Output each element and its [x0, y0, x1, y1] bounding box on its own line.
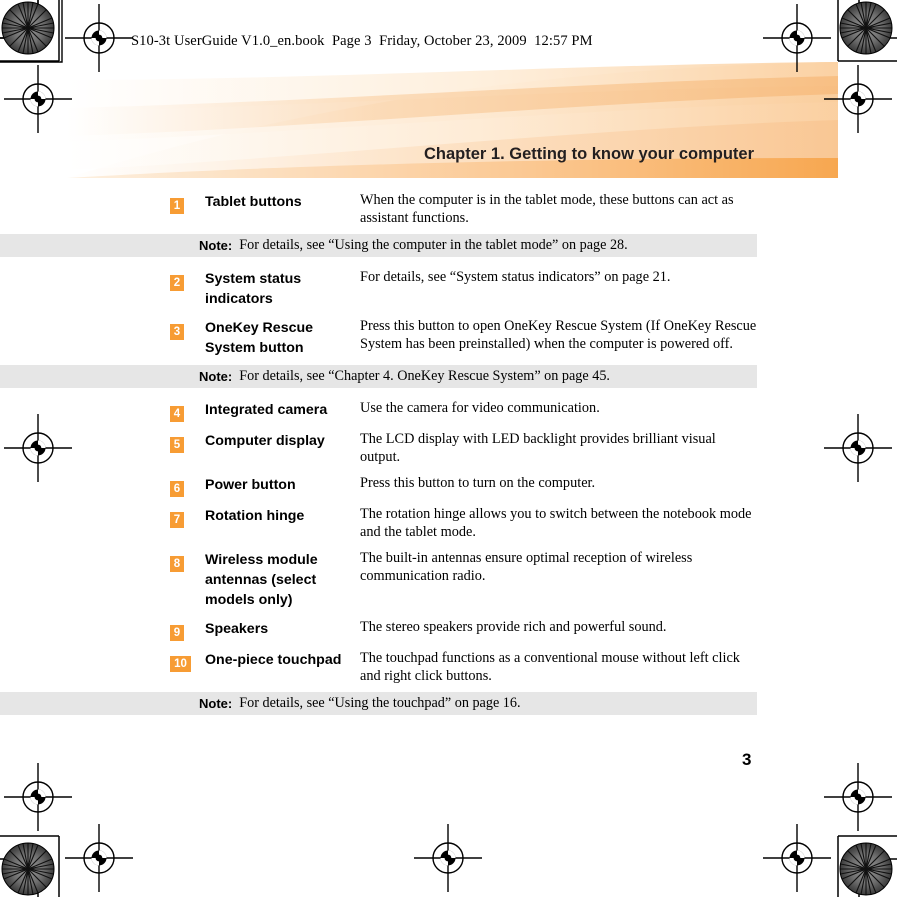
- badge-cell: 3: [0, 318, 205, 340]
- note-label: Note:: [199, 238, 233, 253]
- list-item: 8 Wireless module antennas (select model…: [0, 550, 897, 610]
- badge-cell: 9: [0, 619, 205, 641]
- badge-cell: 5: [0, 431, 205, 453]
- page-number: 3: [742, 750, 752, 769]
- item-number-badge: 6: [170, 481, 184, 497]
- list-item: 2 System status indicators For details, …: [0, 269, 897, 309]
- item-number-badge: 7: [170, 512, 184, 528]
- badge-cell: 6: [0, 475, 205, 497]
- item-label: Tablet buttons: [205, 194, 302, 210]
- item-number-badge: 9: [170, 625, 184, 641]
- note-label: Note:: [199, 696, 233, 711]
- item-label: One-piece touchpad: [205, 652, 342, 668]
- badge-cell: 8: [0, 550, 205, 572]
- note-text: For details, see “Using the touchpad” on…: [239, 695, 521, 711]
- item-number-badge: 10: [170, 656, 191, 672]
- book-file-header: S10-3t UserGuide V1.0_en.book Page 3 Fri…: [131, 33, 593, 49]
- item-number-badge: 1: [170, 198, 184, 214]
- chapter-title: Chapter 1. Getting to know your computer: [424, 145, 755, 163]
- list-item: 4 Integrated camera Use the camera for v…: [0, 400, 897, 422]
- list-item: 1 Tablet buttons When the computer is in…: [0, 192, 897, 227]
- badge-cell: 7: [0, 506, 205, 528]
- note-row: Note: For details, see “Using the touchp…: [0, 692, 757, 715]
- item-label: Rotation hinge: [205, 508, 305, 524]
- item-number-badge: 8: [170, 556, 184, 572]
- list-item: 7 Rotation hinge The rotation hinge allo…: [0, 506, 897, 541]
- item-description: The stereo speakers provide rich and pow…: [360, 619, 667, 635]
- item-label: Computer display: [205, 433, 325, 449]
- list-item: 6 Power button Press this button to turn…: [0, 475, 897, 497]
- item-label: Speakers: [205, 621, 269, 637]
- feature-list: 1 Tablet buttons When the computer is in…: [0, 192, 897, 715]
- item-number-badge: 4: [170, 406, 184, 422]
- list-item: 3 OneKey Rescue System button Press this…: [0, 318, 897, 358]
- list-item: 5 Computer display The LCD display with …: [0, 431, 897, 466]
- item-description: When the computer is in the tablet mode,…: [360, 192, 734, 226]
- note-text: For details, see “Using the computer in …: [239, 237, 628, 253]
- list-item: 9 Speakers The stereo speakers provide r…: [0, 619, 897, 641]
- note-row: Note: For details, see “Using the comput…: [0, 234, 757, 257]
- list-item: 10 One-piece touchpad The touchpad funct…: [0, 650, 897, 685]
- item-label: Integrated camera: [205, 402, 328, 418]
- badge-cell: 2: [0, 269, 205, 291]
- item-description: The rotation hinge allows you to switch …: [360, 506, 752, 540]
- item-label: System status indicators: [205, 271, 302, 307]
- item-label: Wireless module antennas (select models …: [205, 552, 318, 608]
- item-label: Power button: [205, 477, 296, 493]
- note-text: For details, see “Chapter 4. OneKey Resc…: [239, 368, 610, 384]
- note-label: Note:: [199, 369, 233, 384]
- item-label: OneKey Rescue System button: [205, 320, 314, 356]
- item-description: For details, see “System status indicato…: [360, 269, 671, 285]
- item-description: Press this button to open OneKey Rescue …: [360, 318, 757, 352]
- item-number-badge: 3: [170, 324, 184, 340]
- item-description: The touchpad functions as a conventional…: [360, 650, 740, 684]
- item-number-badge: 2: [170, 275, 184, 291]
- badge-cell: 4: [0, 400, 205, 422]
- badge-cell: 1: [0, 192, 205, 214]
- item-description: Press this button to turn on the compute…: [360, 475, 596, 491]
- item-description: The built-in antennas ensure optimal rec…: [360, 550, 693, 584]
- item-description: The LCD display with LED backlight provi…: [360, 431, 716, 465]
- badge-cell: 10: [0, 650, 205, 672]
- note-row: Note: For details, see “Chapter 4. OneKe…: [0, 365, 757, 388]
- item-number-badge: 5: [170, 437, 184, 453]
- item-description: Use the camera for video communication.: [360, 400, 600, 416]
